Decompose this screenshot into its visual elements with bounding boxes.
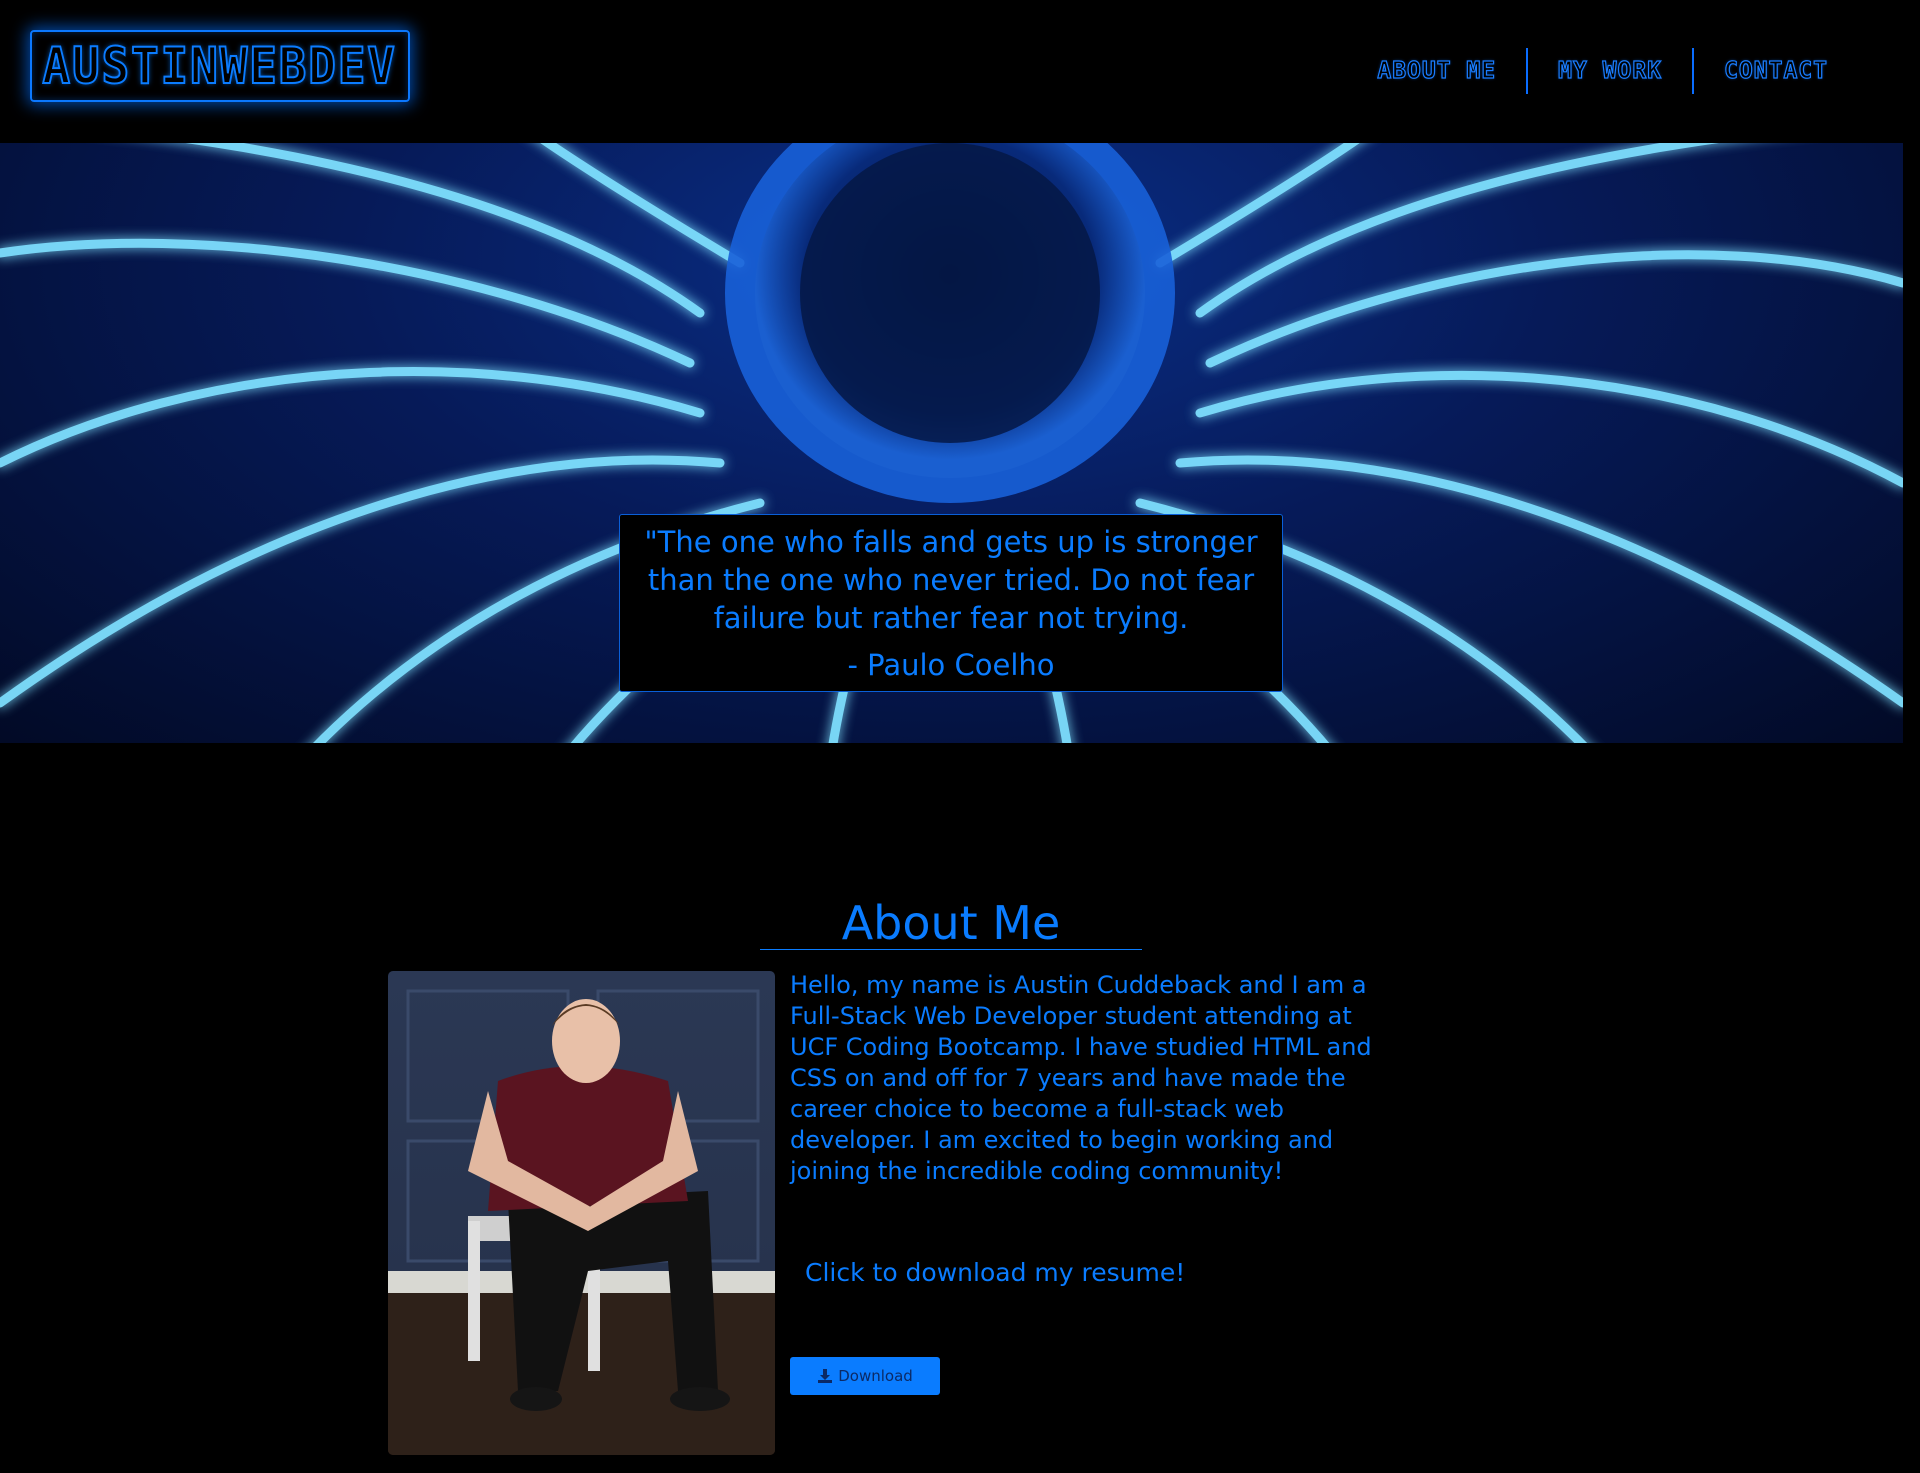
about-title: About Me (841, 896, 1061, 950)
quote-box: "The one who falls and gets up is strong… (619, 514, 1283, 692)
nav-about-me[interactable]: ABOUT ME (1347, 48, 1526, 94)
logo-text: AUSTINWEBDEV (42, 36, 398, 96)
person-portrait-illustration (388, 989, 775, 1455)
download-icon (818, 1369, 833, 1383)
main-nav: ABOUT ME MY WORK CONTACT (1347, 48, 1858, 94)
about-title-underline (760, 949, 1142, 950)
quote-author: - Paulo Coelho (847, 648, 1055, 682)
hero-banner: "The one who falls and gets up is strong… (0, 143, 1903, 743)
profile-photo (388, 971, 775, 1455)
download-resume-button[interactable]: Download (790, 1357, 940, 1395)
nav-contact[interactable]: CONTACT (1694, 48, 1858, 94)
about-bio: Hello, my name is Austin Cuddeback and I… (790, 971, 1372, 1185)
resume-prompt: Click to download my resume! (805, 1258, 1186, 1287)
nav-my-work[interactable]: MY WORK (1528, 48, 1692, 94)
quote-text: "The one who falls and gets up is strong… (644, 525, 1258, 635)
site-logo[interactable]: AUSTINWEBDEV (30, 30, 410, 102)
download-button-label: Download (838, 1367, 913, 1385)
